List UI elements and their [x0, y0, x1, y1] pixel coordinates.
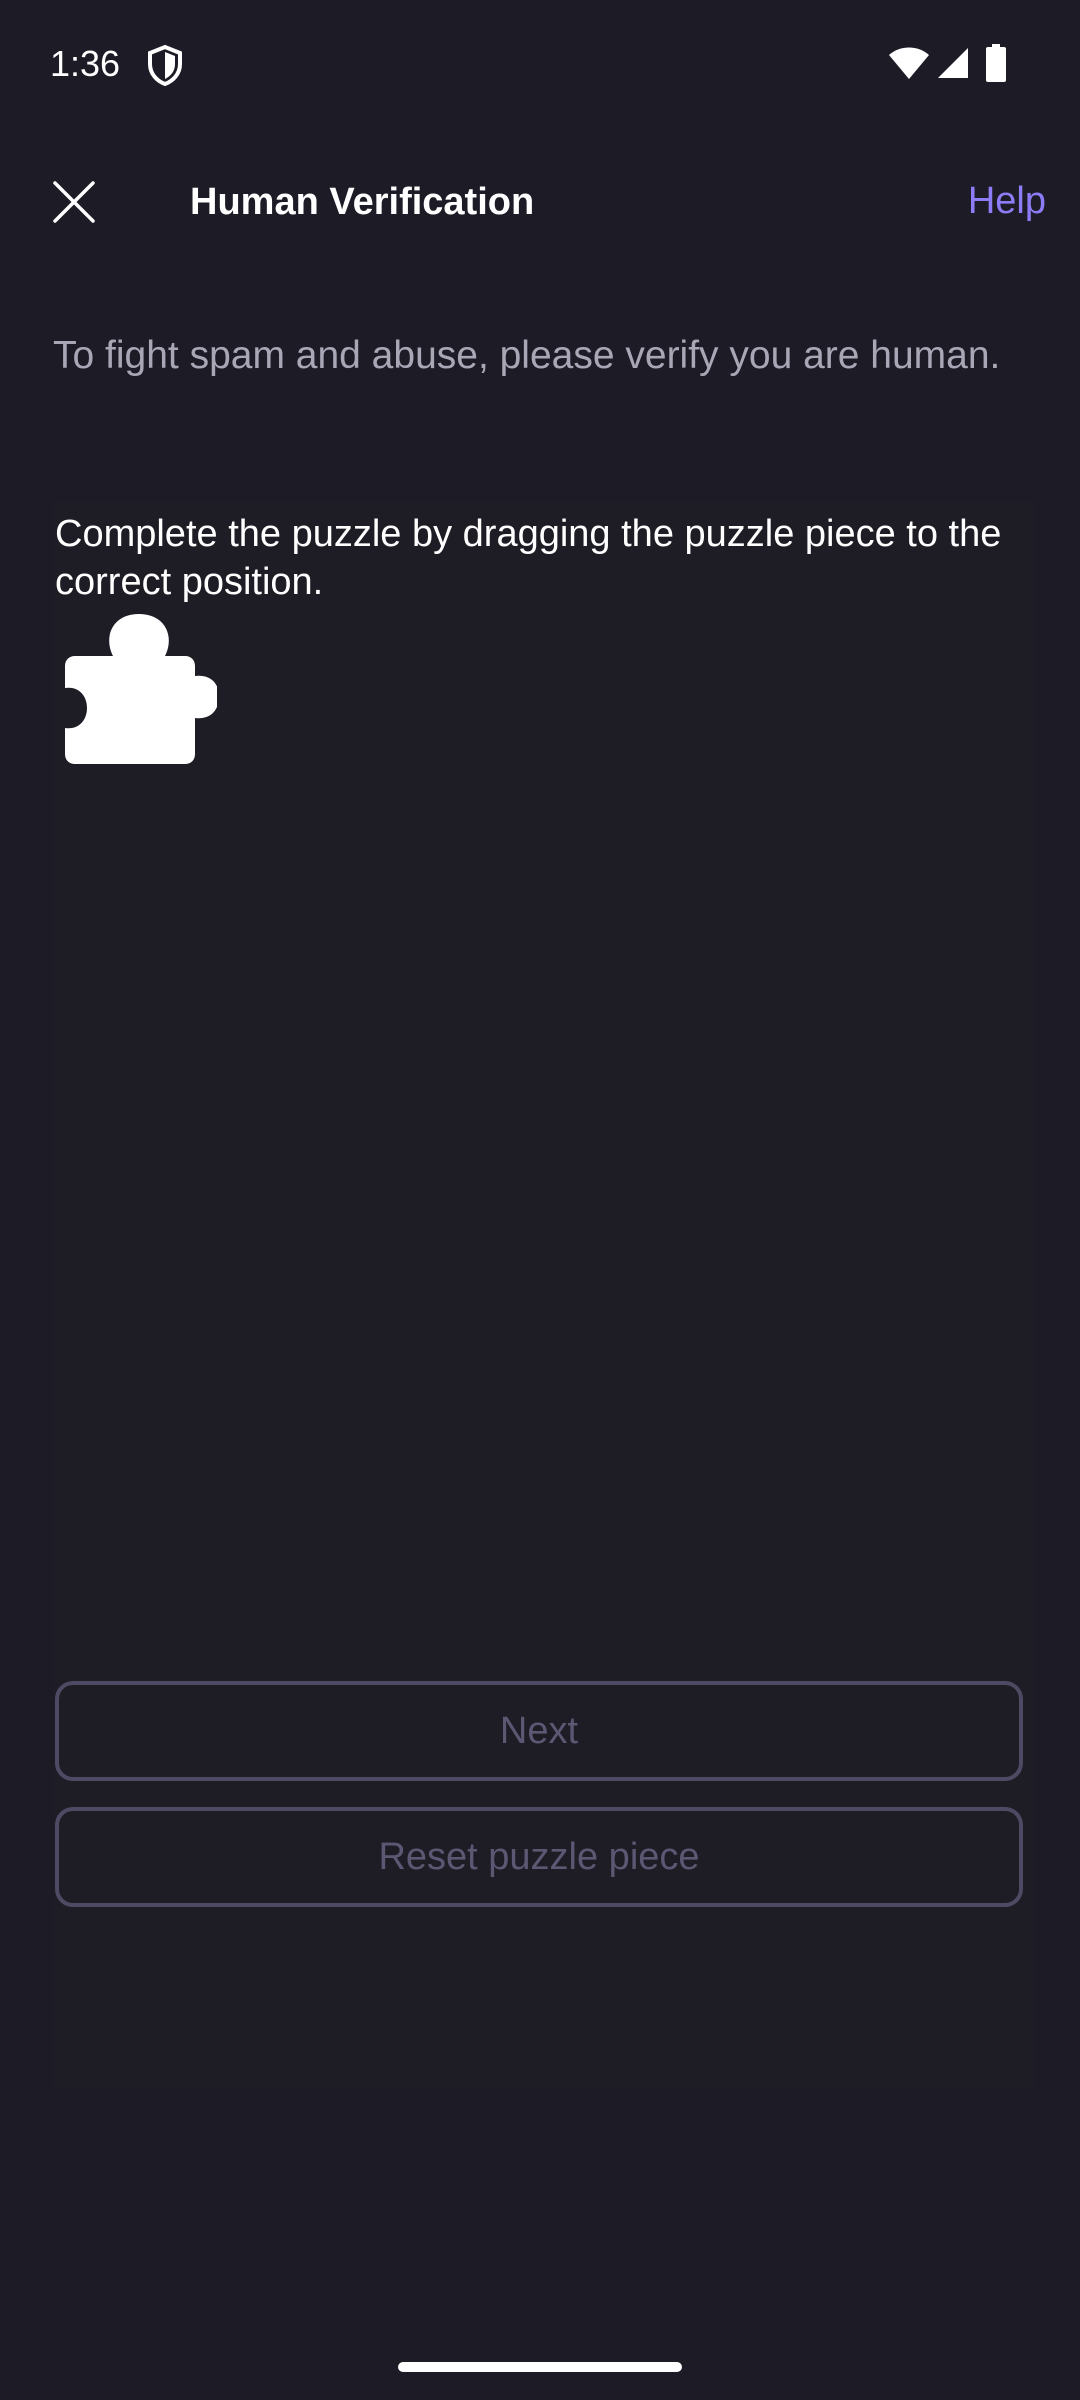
shield-icon [148, 44, 182, 86]
close-button[interactable] [38, 172, 110, 232]
next-button[interactable]: Next [55, 1681, 1023, 1781]
wifi-icon [889, 47, 929, 79]
close-icon [53, 181, 95, 223]
top-app-bar: Human Verification Help [0, 150, 1080, 254]
gesture-nav-handle[interactable] [398, 2362, 682, 2372]
page-title: Human Verification [190, 181, 535, 223]
intro-text: To fight spam and abuse, please verify y… [53, 334, 1001, 377]
battery-icon [986, 44, 1006, 82]
status-time: 1:36 [50, 43, 121, 84]
reset-puzzle-piece-button[interactable]: Reset puzzle piece [55, 1807, 1023, 1907]
puzzle-piece-icon[interactable] [59, 610, 217, 766]
help-link[interactable]: Help [968, 174, 1046, 228]
status-bar: 1:36 [0, 0, 1080, 130]
signal-icon [938, 48, 968, 78]
captcha-instruction: Complete the puzzle by dragging the puzz… [55, 513, 1002, 603]
